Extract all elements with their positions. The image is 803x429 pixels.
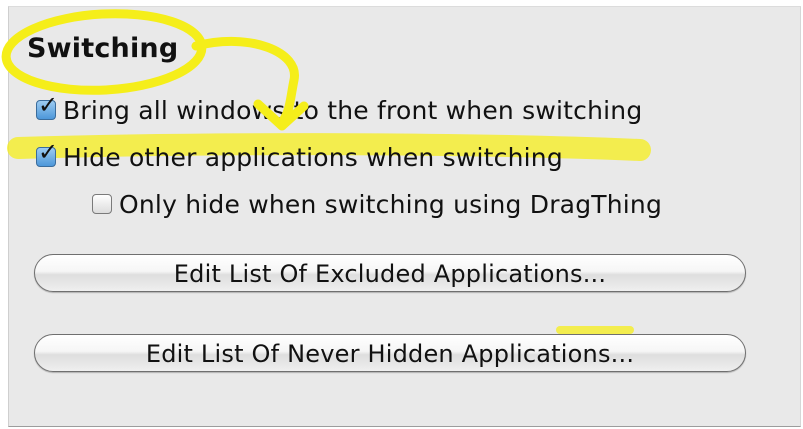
section-title: Switching (27, 33, 179, 64)
checkbox-checked-icon[interactable]: ✓ (36, 140, 58, 167)
checkmark-icon: ✓ (38, 138, 59, 166)
checkbox-unchecked-icon[interactable] (92, 194, 112, 214)
checkbox-checked-icon[interactable]: ✓ (36, 93, 58, 120)
option-label: Bring all windows to the front when swit… (63, 95, 643, 125)
edit-excluded-applications-button[interactable]: Edit List Of Excluded Applications... (34, 254, 746, 292)
option-only-hide-dragthing[interactable]: Only hide when switching using DragThing (92, 186, 662, 222)
edit-never-hidden-applications-button[interactable]: Edit List Of Never Hidden Applications..… (34, 334, 746, 372)
checkmark-icon: ✓ (38, 91, 59, 119)
option-label: Only hide when switching using DragThing (119, 189, 663, 219)
option-hide-other-applications[interactable]: ✓ Hide other applications when switching (36, 139, 563, 175)
option-bring-all-windows[interactable]: ✓ Bring all windows to the front when sw… (36, 92, 642, 128)
option-label: Hide other applications when switching (63, 142, 563, 172)
